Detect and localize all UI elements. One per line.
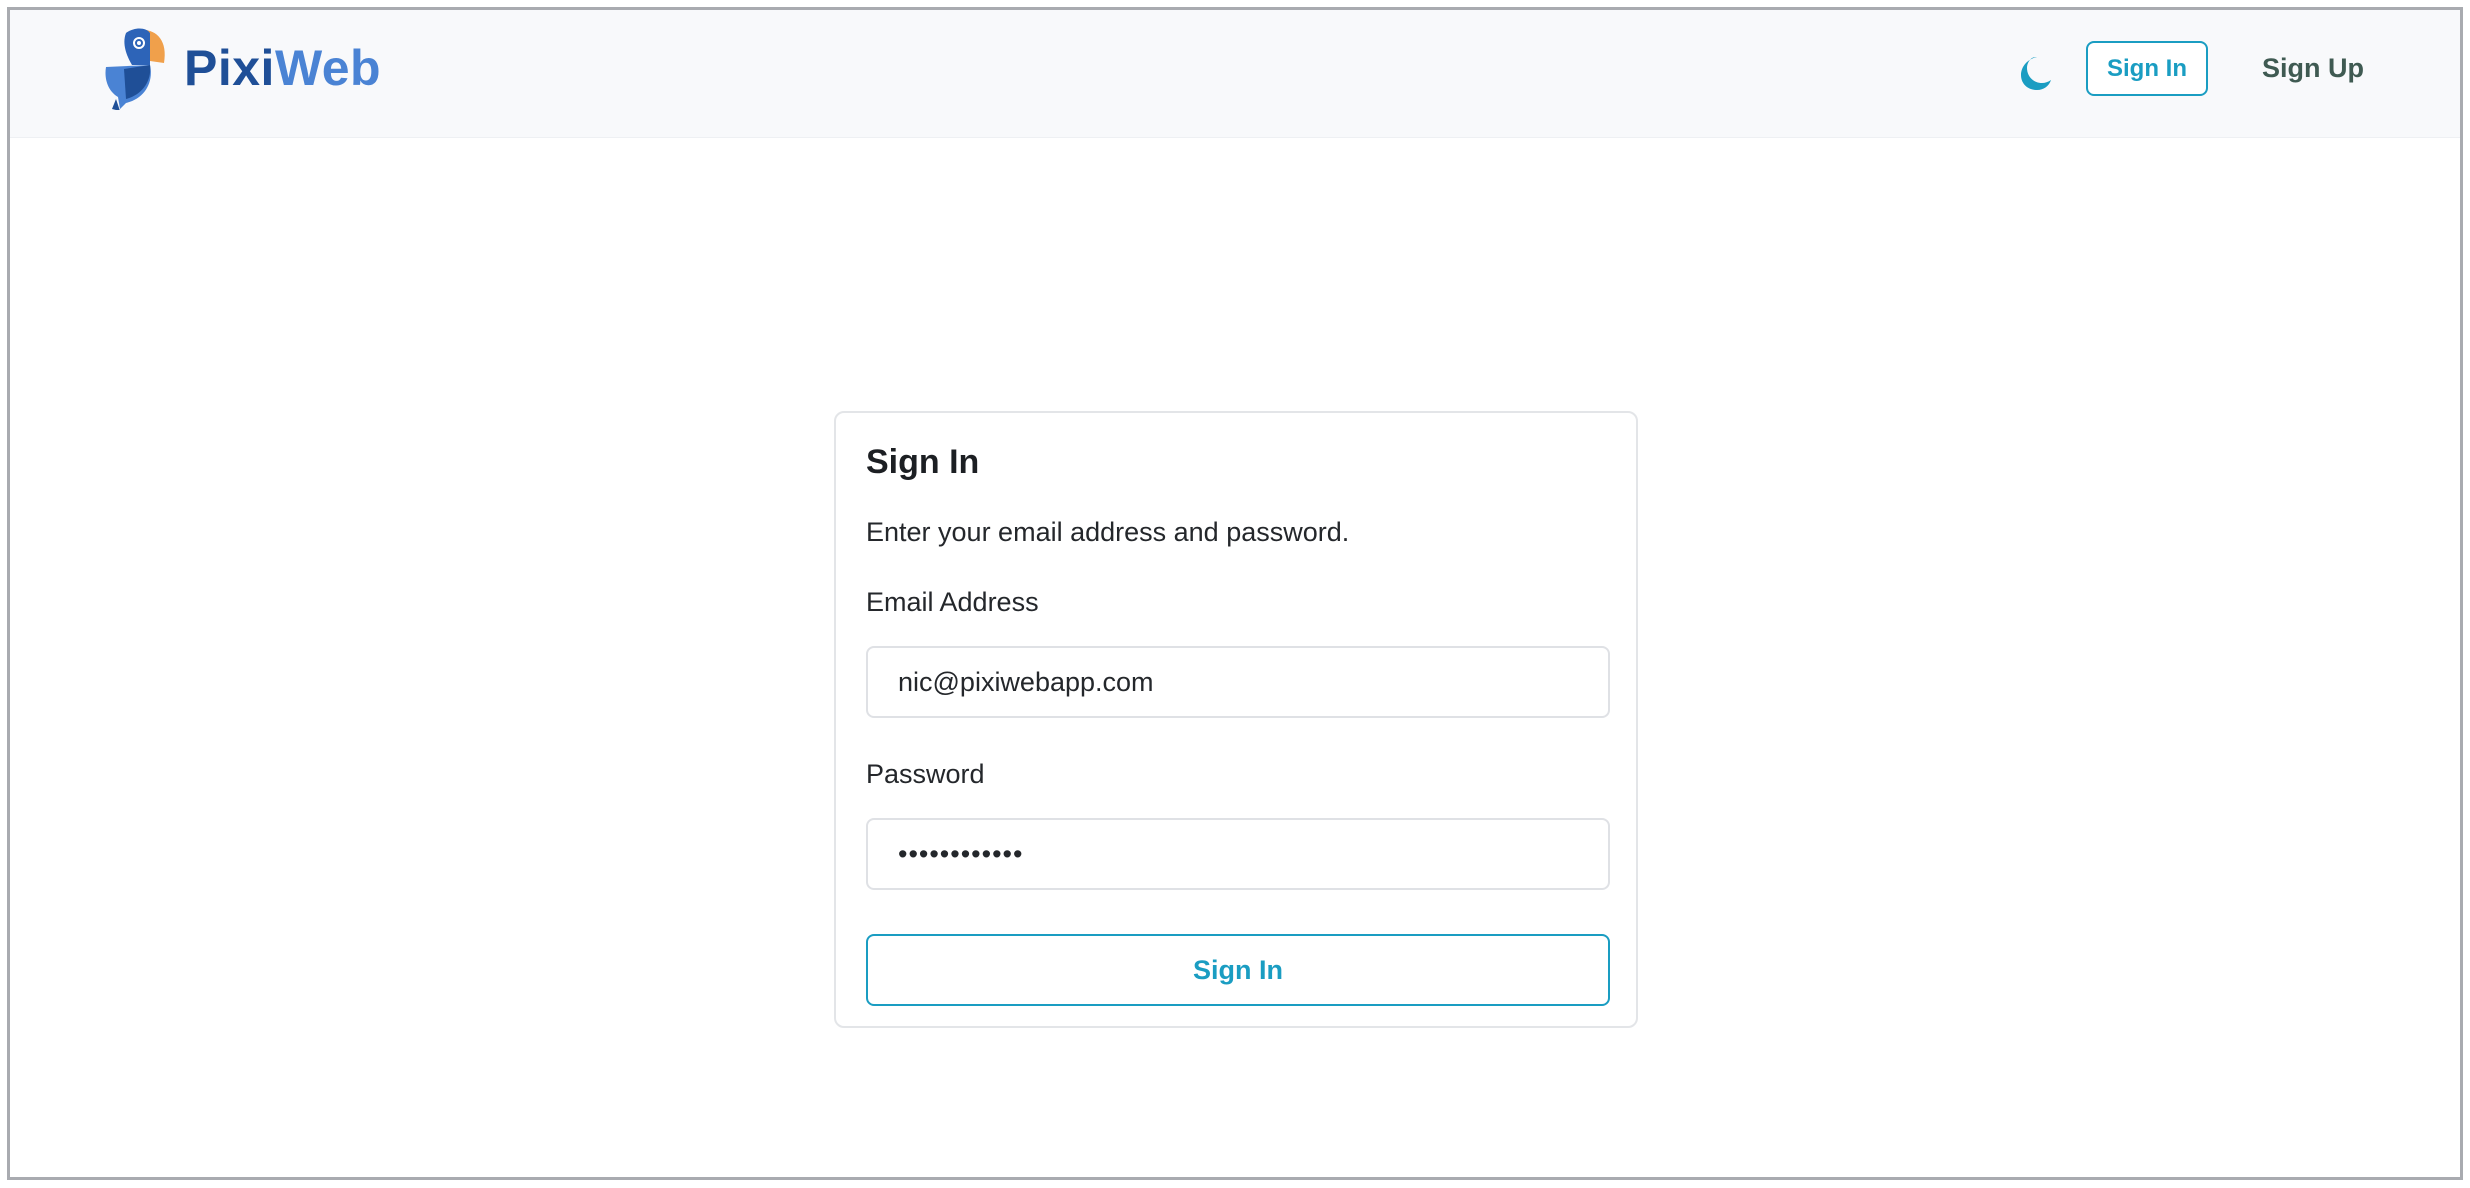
theme-toggle-button[interactable] bbox=[2015, 53, 2055, 93]
header-signin-button[interactable]: Sign In bbox=[2086, 41, 2208, 96]
signin-card: Sign In Enter your email address and pas… bbox=[834, 411, 1638, 1028]
top-navbar: PixiWeb Sign In Sign Up bbox=[10, 10, 2460, 138]
brand-name: PixiWeb bbox=[184, 43, 381, 93]
brand-name-part2: Web bbox=[274, 39, 382, 96]
brand-logo[interactable]: PixiWeb bbox=[98, 25, 418, 111]
password-field[interactable] bbox=[866, 818, 1610, 890]
signin-submit-button[interactable]: Sign In bbox=[866, 934, 1610, 1006]
password-label: Password bbox=[866, 759, 985, 789]
email-field[interactable] bbox=[866, 646, 1610, 718]
parrot-logo-icon bbox=[98, 25, 178, 111]
brand-name-part1: Pixi bbox=[184, 39, 275, 96]
browser-viewport: PixiWeb Sign In Sign Up Sign In Enter yo… bbox=[7, 7, 2463, 1180]
header-signup-link[interactable]: Sign Up bbox=[2248, 41, 2378, 96]
signin-description: Enter your email address and password. bbox=[866, 517, 1350, 547]
moon-icon bbox=[2021, 57, 2051, 90]
signin-title: Sign In bbox=[866, 443, 980, 481]
email-label: Email Address bbox=[866, 587, 1039, 617]
